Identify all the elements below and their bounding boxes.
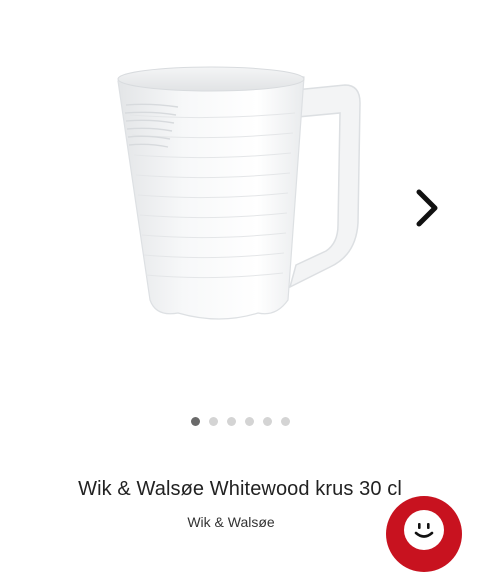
- pagination-dot-2[interactable]: [208, 417, 218, 426]
- product-image[interactable]: [90, 55, 390, 355]
- next-image-button[interactable]: [405, 182, 449, 234]
- pagination-dot-6[interactable]: [280, 417, 290, 426]
- gallery-pagination: [0, 417, 480, 426]
- chevron-right-icon: [416, 189, 438, 227]
- pagination-dot-4[interactable]: [244, 417, 254, 426]
- mug-illustration: [117, 66, 361, 320]
- pagination-dot-5[interactable]: [262, 417, 272, 426]
- pagination-dot-1[interactable]: [190, 417, 200, 426]
- product-title: Wik & Walsøe Whitewood krus 30 cl: [78, 478, 402, 500]
- chat-widget-button[interactable]: [386, 496, 462, 572]
- smiley-face-icon: [414, 523, 434, 538]
- product-gallery: [0, 0, 480, 400]
- smiley-chat-icon: [404, 510, 444, 550]
- pagination-dot-3[interactable]: [226, 417, 236, 426]
